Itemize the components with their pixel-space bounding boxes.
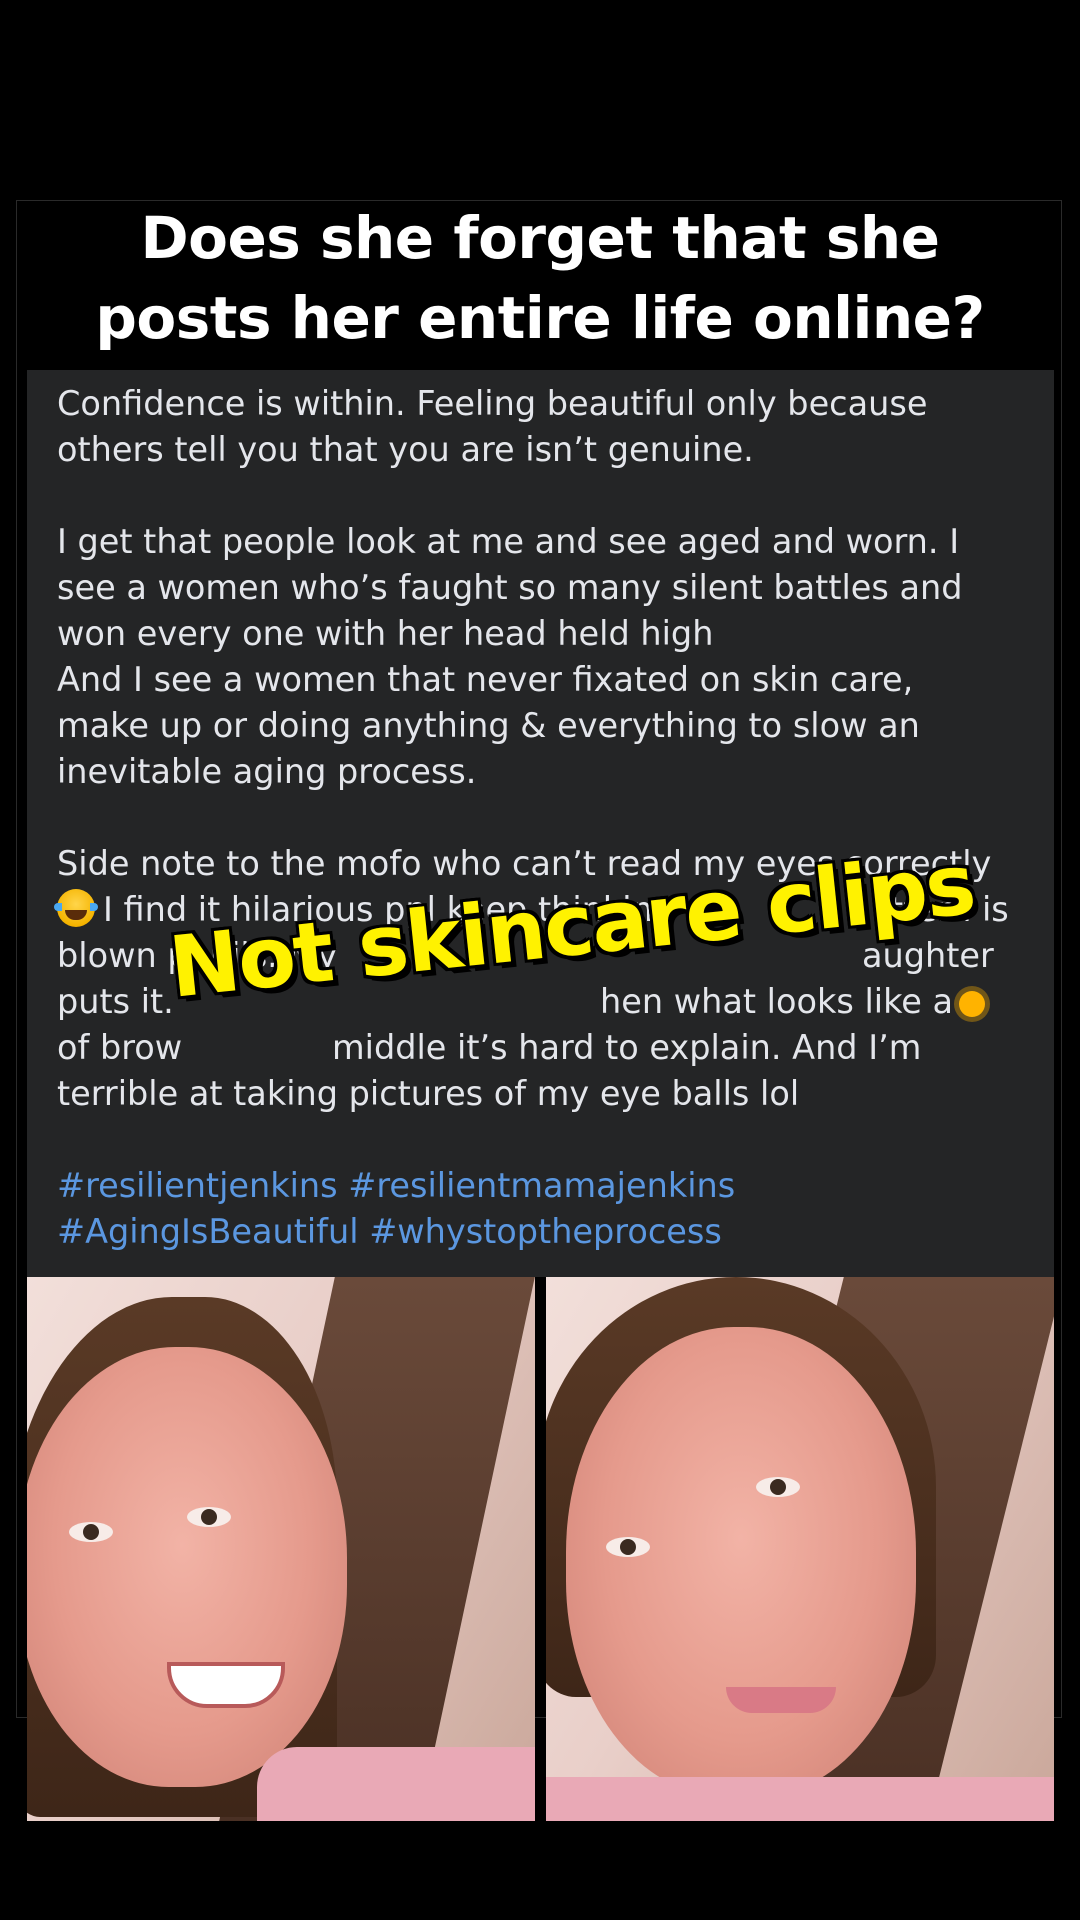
post-text-fragment: hen what looks like a bbox=[600, 979, 986, 1025]
hashtag-link[interactable]: #resilientmamajenkins bbox=[348, 1166, 735, 1205]
selfie-photo-left bbox=[27, 1277, 535, 1821]
hashtag-row: #resilientjenkins #resilientmamajenkins bbox=[57, 1163, 735, 1209]
post-text-line: And I see a women that never fixated on … bbox=[57, 660, 914, 699]
post-text-fragment: middle it’s hard to explain. And I’m bbox=[332, 1028, 922, 1067]
hashtag-link[interactable]: #resilientjenkins bbox=[57, 1166, 338, 1205]
hashtag-link[interactable]: #AgingIsBeautiful bbox=[57, 1212, 359, 1251]
laughing-crying-emoji-icon bbox=[54, 889, 98, 927]
post-text-fragment: hen what looks like a bbox=[600, 982, 954, 1021]
video-frame: Does she forget that she posts her entir… bbox=[0, 0, 1080, 1920]
selfie-photo-right bbox=[546, 1277, 1054, 1821]
post-text-line: make up or doing anything & everything t… bbox=[57, 706, 920, 745]
post-text-line: I get that people look at me and see age… bbox=[57, 522, 960, 561]
post-text-line: Confidence is within. Feeling beautiful … bbox=[57, 384, 928, 423]
post-screenshot-card bbox=[27, 370, 1054, 1277]
post-text-line: terrible at taking pictures of my eye ba… bbox=[57, 1074, 800, 1113]
sun-emoji-icon bbox=[959, 991, 986, 1017]
post-text-line: inevitable aging process. bbox=[57, 752, 477, 791]
headline-line-2: posts her entire life online? bbox=[95, 284, 985, 352]
hashtag-row: #AgingIsBeautiful #whystoptheprocess bbox=[57, 1209, 722, 1255]
hashtag-link[interactable]: #whystoptheprocess bbox=[369, 1212, 722, 1251]
post-text-line: won every one with her head held high bbox=[57, 614, 714, 653]
post-text-line: others tell you that you are isn’t genui… bbox=[57, 430, 754, 469]
headline-line-1: Does she forget that she bbox=[140, 204, 940, 272]
post-text-line: see a women who’s faught so many silent … bbox=[57, 568, 963, 607]
